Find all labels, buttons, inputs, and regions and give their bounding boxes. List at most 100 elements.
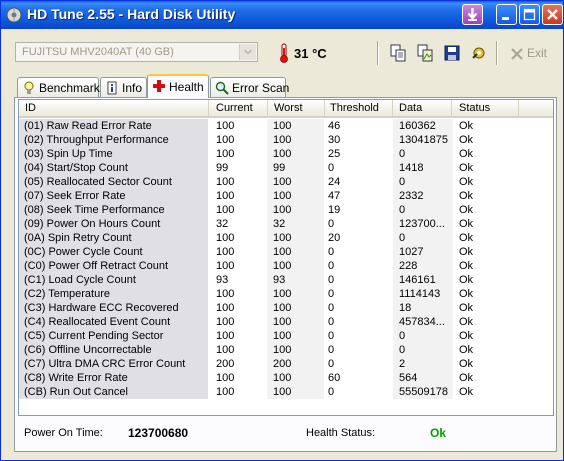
- attribute-current: 100: [216, 120, 235, 132]
- tab-info[interactable]: Info: [100, 77, 147, 97]
- smart-attribute-list[interactable]: ID Current Worst Threshold Data Status (…: [18, 99, 554, 416]
- maximize-icon: [523, 8, 536, 21]
- table-row[interactable]: (C4) Reallocated Event Count 100 100 0 45783…: [19, 315, 553, 329]
- magnifier-icon: [215, 81, 229, 95]
- table-row[interactable]: (C0) Power Off Retract Count 100 100 0 228 Ok: [19, 259, 553, 273]
- attribute-worst: 100: [273, 372, 292, 384]
- tab-benchmark[interactable]: Benchmark: [17, 77, 100, 97]
- attribute-worst: 32: [273, 218, 286, 230]
- table-row[interactable]: (02) Throughput Performance 100 100 30 13041…: [19, 133, 553, 147]
- table-row[interactable]: (01) Raw Read Error Rate 100 100 46 160362 Ok: [19, 119, 553, 133]
- attribute-status: Ok: [459, 176, 474, 188]
- window-title: HD Tune 2.55 - Hard Disk Utility: [27, 6, 236, 22]
- attribute-data: 146161: [399, 274, 436, 286]
- download-button[interactable]: [462, 4, 483, 25]
- attribute-current: 100: [216, 134, 235, 146]
- maximize-button[interactable]: [519, 4, 540, 25]
- minimize-icon: [502, 17, 509, 20]
- table-row[interactable]: (CB) Run Out Cancel 100 100 0 55509178 Ok: [19, 385, 553, 399]
- attribute-data: 2: [399, 358, 406, 370]
- app-icon: [6, 7, 22, 23]
- options-icon[interactable]: [470, 44, 488, 62]
- column-header-threshold[interactable]: Threshold: [324, 100, 393, 116]
- attribute-id: (04) Start/Stop Count: [19, 161, 208, 175]
- title-bar[interactable]: HD Tune 2.55 - Hard Disk Utility: [1, 1, 563, 29]
- list-header: ID Current Worst Threshold Data Status: [19, 100, 553, 118]
- attribute-id: (08) Seek Time Performance: [19, 203, 208, 217]
- copy-text-icon[interactable]: [389, 44, 407, 62]
- column-header-id[interactable]: ID: [19, 100, 209, 116]
- attribute-threshold: 19: [328, 204, 341, 216]
- table-row[interactable]: (09) Power On Hours Count 32 32 0 123700... O…: [19, 217, 553, 231]
- table-row[interactable]: (04) Start/Stop Count 99 99 0 1418 Ok: [19, 161, 553, 175]
- attribute-status: Ok: [459, 372, 474, 384]
- attribute-worst: 100: [273, 302, 292, 314]
- table-row[interactable]: (03) Spin Up Time 100 100 25 0 Ok: [19, 147, 553, 161]
- health-status-label: Health Status:: [306, 427, 376, 439]
- attribute-id: (CB) Run Out Cancel: [19, 385, 208, 399]
- drive-dropdown-button[interactable]: [239, 44, 256, 60]
- attribute-worst: 100: [273, 246, 292, 258]
- column-header-worst[interactable]: Worst: [268, 100, 325, 116]
- table-row[interactable]: (C3) Hardware ECC Recovered 100 100 0 18 Ok: [19, 301, 553, 315]
- column-header-status[interactable]: Status: [453, 100, 519, 116]
- table-row[interactable]: (C1) Load Cycle Count 93 93 0 146161 Ok: [19, 273, 553, 287]
- tab-health[interactable]: Health: [147, 74, 209, 98]
- attribute-worst: 100: [273, 288, 292, 300]
- close-icon: [547, 9, 558, 20]
- table-row[interactable]: (0A) Spin Retry Count 100 100 20 0 Ok: [19, 231, 553, 245]
- attribute-data: 228: [399, 260, 418, 272]
- tab-error-scan[interactable]: Error Scan: [210, 77, 289, 97]
- table-row[interactable]: (0C) Power Cycle Count 100 100 0 1027 Ok: [19, 245, 553, 259]
- attribute-id: (01) Raw Read Error Rate: [19, 119, 208, 133]
- exit-label: Exit: [527, 46, 548, 60]
- attribute-worst: 99: [273, 162, 286, 174]
- attribute-id: (C7) Ultra DMA CRC Error Count: [19, 357, 208, 371]
- attribute-data: 1114143: [399, 288, 441, 300]
- table-row[interactable]: (C7) Ultra DMA CRC Error Count 200 200 0 2 Ok: [19, 357, 553, 371]
- health-cross-icon: [153, 80, 165, 92]
- attribute-id: (02) Throughput Performance: [19, 133, 208, 147]
- minimize-button[interactable]: [496, 4, 517, 25]
- attribute-id: (0A) Spin Retry Count: [19, 231, 208, 245]
- attribute-worst: 100: [273, 176, 292, 188]
- toolbar-separator: [496, 41, 498, 65]
- attribute-status: Ok: [459, 204, 474, 216]
- drive-select[interactable]: FUJITSU MHV2040AT (40 GB): [15, 42, 258, 62]
- attribute-worst: 100: [273, 190, 292, 202]
- attribute-data: 1027: [399, 246, 424, 258]
- attribute-status: Ok: [459, 218, 474, 230]
- tab-benchmark-label: Benchmark: [39, 81, 100, 95]
- attribute-worst: 100: [273, 232, 292, 244]
- exit-button[interactable]: Exit: [508, 45, 548, 63]
- attribute-worst: 100: [273, 148, 292, 160]
- copy-screenshot-icon[interactable]: [416, 44, 434, 62]
- close-button[interactable]: [542, 4, 563, 25]
- attribute-data: 0: [399, 176, 406, 188]
- column-header-data[interactable]: Data: [393, 100, 452, 116]
- table-row[interactable]: (08) Seek Time Performance 100 100 19 0 Ok: [19, 203, 553, 217]
- attribute-threshold: 0: [328, 386, 335, 398]
- attribute-worst: 100: [273, 204, 292, 216]
- attribute-data: 1418: [399, 162, 424, 174]
- attribute-worst: 100: [273, 386, 292, 398]
- table-row[interactable]: (05) Reallocated Sector Count 100 100 24 0 Ok: [19, 175, 553, 189]
- attribute-current: 100: [216, 232, 235, 244]
- attribute-threshold: 0: [328, 162, 335, 174]
- attribute-status: Ok: [459, 302, 474, 314]
- attribute-id: (09) Power On Hours Count: [19, 217, 208, 231]
- attribute-status: Ok: [459, 134, 474, 146]
- table-row[interactable]: (C5) Current Pending Sector 100 100 0 0 Ok: [19, 329, 553, 343]
- attribute-id: (C0) Power Off Retract Count: [19, 259, 208, 273]
- table-row[interactable]: (C2) Temperature 100 100 0 1114143 Ok: [19, 287, 553, 301]
- table-row[interactable]: (07) Seek Error Rate 100 100 47 2332 Ok: [19, 189, 553, 203]
- column-header-current[interactable]: Current: [210, 100, 268, 116]
- attribute-status: Ok: [459, 274, 474, 286]
- attribute-threshold: 47: [328, 190, 341, 202]
- attribute-status: Ok: [459, 260, 474, 272]
- save-icon[interactable]: [443, 44, 461, 62]
- attribute-current: 93: [216, 274, 229, 286]
- table-row[interactable]: (C8) Write Error Rate 100 100 60 564 Ok: [19, 371, 553, 385]
- table-row[interactable]: (C6) Offline Uncorrectable 100 100 0 0 Ok: [19, 343, 553, 357]
- attribute-threshold: 0: [328, 218, 335, 230]
